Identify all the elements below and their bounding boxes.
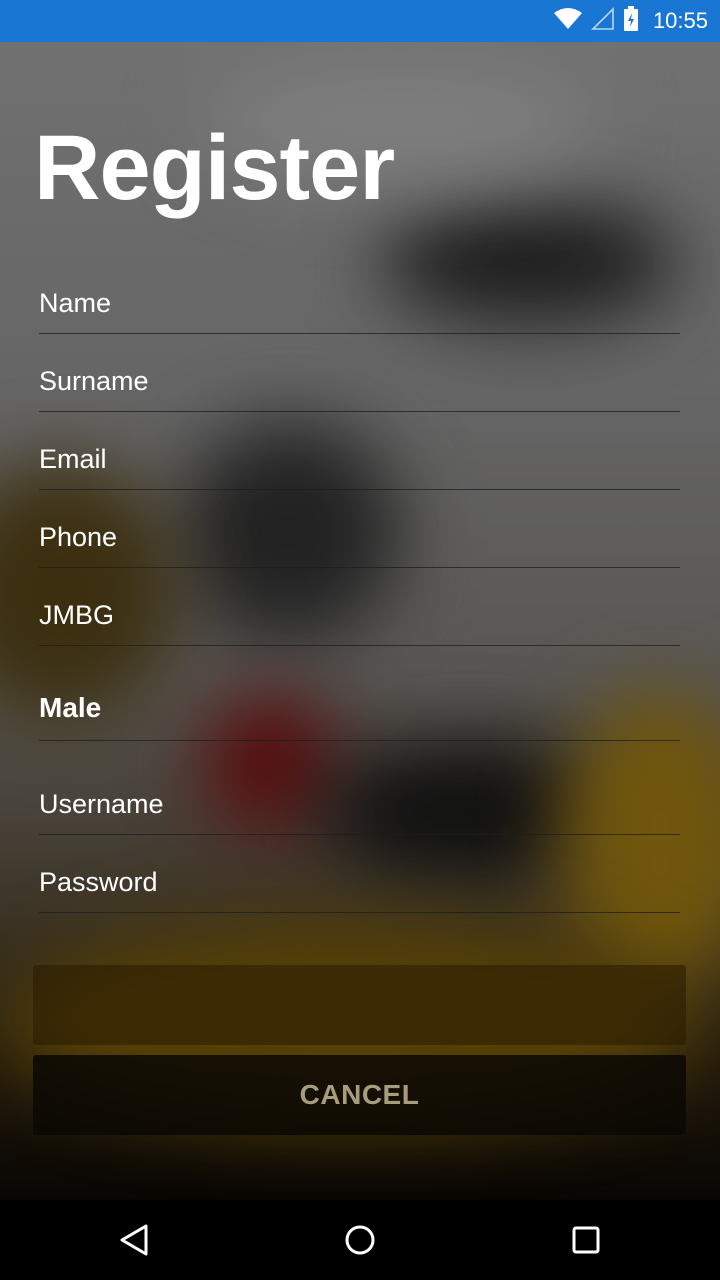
email-field[interactable] [39, 412, 680, 490]
username-input[interactable] [39, 789, 680, 820]
username-field[interactable] [39, 757, 680, 835]
cancel-button[interactable]: CANCEL [33, 1055, 686, 1135]
signal-icon [591, 6, 615, 36]
status-time: 10:55 [652, 8, 708, 33]
back-icon[interactable] [114, 1220, 154, 1260]
battery-icon [623, 5, 639, 37]
surname-input[interactable] [39, 366, 680, 397]
phone-field[interactable] [39, 490, 680, 568]
name-field[interactable] [39, 256, 680, 334]
phone-input[interactable] [39, 522, 680, 553]
password-field[interactable] [39, 835, 680, 913]
gender-selected-value: Male [39, 692, 102, 723]
recents-icon[interactable] [566, 1220, 606, 1260]
page-title: Register [34, 117, 395, 219]
status-icons: 10:55 [553, 0, 708, 42]
status-bar: 10:55 [0, 0, 720, 42]
wifi-icon [553, 7, 583, 36]
email-input[interactable] [39, 444, 680, 475]
jmbg-input[interactable] [39, 600, 680, 631]
home-icon[interactable] [340, 1220, 380, 1260]
password-input[interactable] [39, 867, 680, 898]
surname-field[interactable] [39, 334, 680, 412]
jmbg-field[interactable] [39, 568, 680, 646]
name-input[interactable] [39, 288, 680, 319]
gender-select[interactable]: Male [39, 663, 680, 741]
navigation-bar [0, 1200, 720, 1280]
register-button[interactable] [33, 965, 686, 1045]
